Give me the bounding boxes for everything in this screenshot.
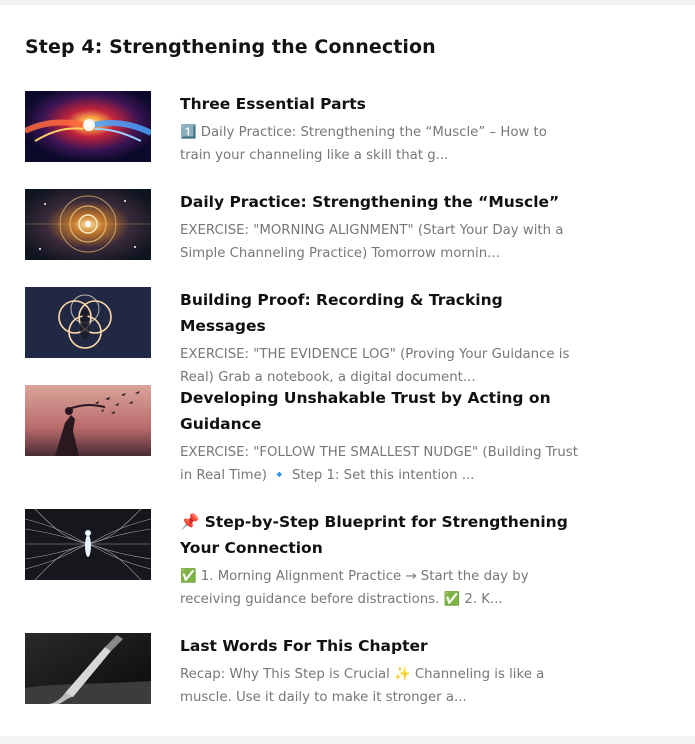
section-title: Step 4: Strengthening the Connection xyxy=(25,36,436,58)
lesson-title[interactable]: Three Essential Parts xyxy=(180,91,580,117)
woman-birds-sunset-image[interactable] xyxy=(25,385,151,456)
lesson-list-panel: Step 4: Strengthening the Connection Thr… xyxy=(0,5,695,736)
lesson-title[interactable]: Developing Unshakable Trust by Acting on… xyxy=(180,385,580,437)
lesson-excerpt: ✅ 1. Morning Alignment Practice → Start … xyxy=(180,569,529,607)
lesson-excerpt: Recap: Why This Step is Crucial ✨ Channe… xyxy=(180,667,545,705)
lesson-excerpt: 1️⃣ Daily Practice: Strengthening the “M… xyxy=(180,125,547,163)
lesson-excerpt: EXERCISE: "THE EVIDENCE LOG" (Proving Yo… xyxy=(180,347,570,385)
lesson-excerpt: EXERCISE: "MORNING ALIGNMENT" (Start You… xyxy=(180,223,564,261)
lesson-title[interactable]: Last Words For This Chapter xyxy=(180,633,580,659)
bottom-strip xyxy=(0,736,695,744)
lesson-excerpt: EXERCISE: "FOLLOW THE SMALLEST NUDGE" (B… xyxy=(180,445,578,483)
glowing-hands-image[interactable] xyxy=(25,91,151,162)
lesson-title[interactable]: 📌 Step-by-Step Blueprint for Strengtheni… xyxy=(180,509,580,561)
light-rings-figure-image[interactable] xyxy=(25,287,151,358)
paintbrush-image[interactable] xyxy=(25,633,151,704)
lesson-title[interactable]: Daily Practice: Strengthening the “Muscl… xyxy=(180,189,580,215)
lesson-title[interactable]: Building Proof: Recording & Tracking Mes… xyxy=(180,287,580,339)
energy-figure-image[interactable] xyxy=(25,509,151,580)
cosmic-mandala-image[interactable] xyxy=(25,189,151,260)
